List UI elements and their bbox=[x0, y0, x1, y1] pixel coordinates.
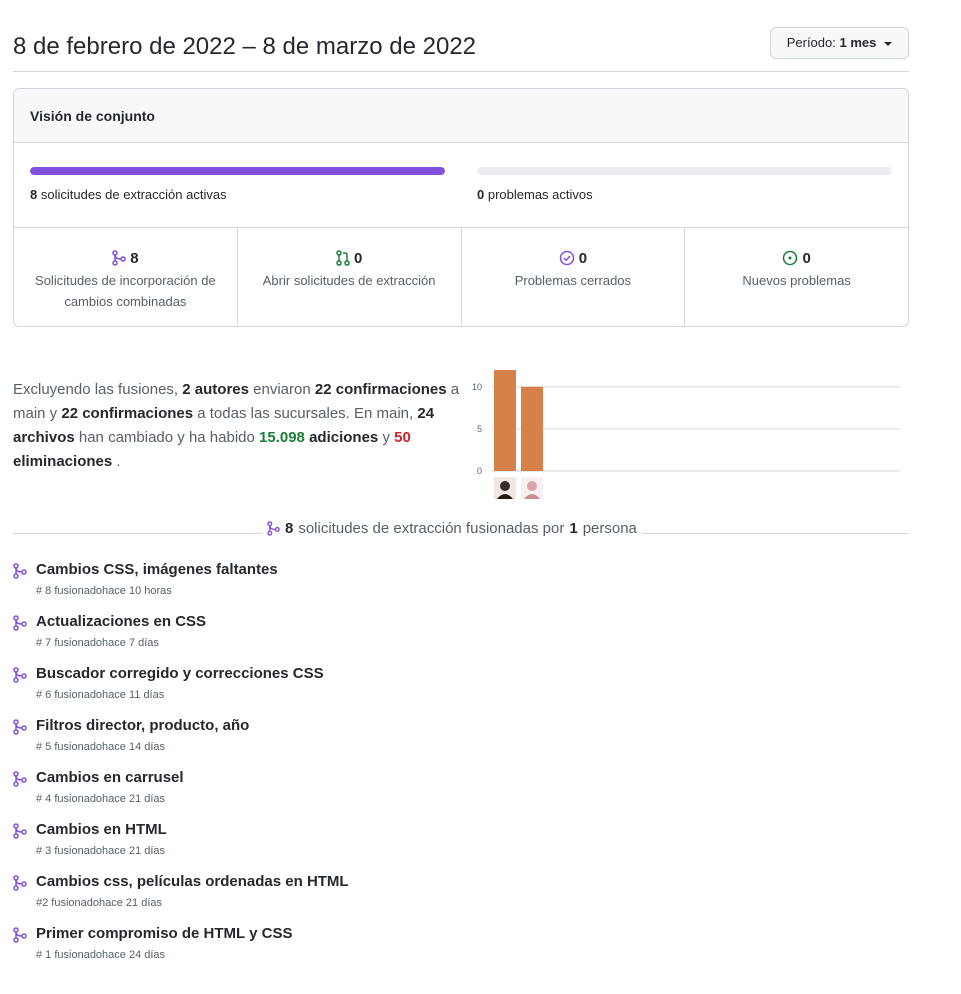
stat-new-issues[interactable]: 0 Nuevos problemas bbox=[685, 228, 908, 326]
git-merge-icon bbox=[13, 667, 27, 688]
merged-divider: 8 solicitudes de extracción fusionadas p… bbox=[262, 520, 642, 537]
pr-title-link[interactable]: Primer compromiso de HTML y CSS bbox=[36, 924, 909, 944]
issue-closed-icon bbox=[559, 250, 574, 266]
author-avatar[interactable] bbox=[494, 477, 516, 499]
pr-meta: # 1 fusionadohace 24 días bbox=[36, 949, 166, 961]
pr-list-item: Actualizaciones en CSS # 7 fusionadohace … bbox=[13, 612, 909, 664]
pr-title-link[interactable]: Cambios CSS, imágenes faltantes bbox=[36, 560, 909, 580]
period-prefix: Período: bbox=[786, 35, 836, 50]
merged-pr-list: Cambios CSS, imágenes faltantes # 8 fusio… bbox=[13, 560, 909, 976]
pr-list-item: Primer compromiso de HTML y CSS # 1 fusio… bbox=[13, 924, 909, 976]
pr-meta: # 4 fusionadohace 21 días bbox=[36, 793, 166, 805]
pr-list-item: Cambios css, películas ordenadas en HTML… bbox=[13, 872, 909, 924]
stat-label: Problemas cerrados bbox=[514, 273, 632, 288]
commit-summary: Excluyendo las fusiones, 2 autores envia… bbox=[13, 378, 463, 474]
stat-value: 0 bbox=[353, 249, 363, 267]
stat-label: Abrir solicitudes de extracción bbox=[262, 273, 436, 288]
pr-list-item: Filtros director, producto, año # 5 fusio… bbox=[13, 716, 909, 768]
git-merge-icon bbox=[13, 563, 27, 584]
pr-meta: #2 fusionadohace 21 días bbox=[36, 897, 162, 909]
pr-title-link[interactable]: Actualizaciones en CSS bbox=[36, 612, 909, 632]
git-merge-icon bbox=[13, 927, 27, 948]
git-merge-icon bbox=[13, 771, 27, 792]
summary-commits-all: 22 confirmaciones bbox=[61, 405, 194, 422]
pr-meta: # 5 fusionadohace 14 días bbox=[36, 741, 166, 753]
page-title: 8 de febrero de 2022 – 8 de marzo de 202… bbox=[13, 33, 477, 60]
pr-title-link[interactable]: Cambios css, películas ordenadas en HTML bbox=[36, 872, 909, 892]
pr-active-label: solicitudes de extracción activas bbox=[40, 187, 227, 202]
period-value: 1 mes bbox=[839, 35, 877, 50]
pr-list-item: Cambios en HTML # 3 fusionadohace 21 días bbox=[13, 820, 909, 872]
stat-closed-issues[interactable]: 0 Problemas cerrados bbox=[462, 228, 686, 326]
summary-deletions: 50 bbox=[394, 429, 411, 446]
stat-label: Solicitudes de incorporación de cambios … bbox=[35, 273, 216, 309]
git-merge-icon bbox=[13, 823, 27, 844]
stat-value: 8 bbox=[130, 249, 139, 267]
caret-down-icon bbox=[884, 41, 892, 46]
stat-label: Nuevos problemas bbox=[742, 273, 851, 288]
pr-progress-bar bbox=[30, 167, 445, 175]
stat-open-prs[interactable]: 0 Abrir solicitudes de extracción bbox=[238, 228, 462, 326]
git-merge-icon bbox=[13, 615, 27, 636]
overview-heading: Visión de conjunto bbox=[14, 89, 908, 143]
summary-additions: 15.098 bbox=[259, 429, 305, 446]
pr-title-link[interactable]: Filtros director, producto, año bbox=[36, 716, 909, 736]
summary-additions-word: adiciones bbox=[309, 429, 379, 446]
merged-count: 8 bbox=[285, 520, 294, 537]
summary-authors: 2 autores bbox=[182, 381, 249, 398]
page-header: 8 de febrero de 2022 – 8 de marzo de 202… bbox=[13, 27, 909, 72]
pr-active-summary[interactable]: 8 solicitudes de extracción activas bbox=[30, 187, 227, 202]
git-merge-icon bbox=[267, 521, 280, 536]
summary-text: Excluyendo las fusiones, bbox=[13, 381, 179, 398]
pr-active-count: 8 bbox=[30, 187, 38, 202]
chart-bar[interactable] bbox=[521, 386, 543, 471]
git-merge-icon bbox=[112, 250, 126, 266]
pr-meta: # 3 fusionadohace 21 días bbox=[36, 845, 166, 857]
pr-meta: # 7 fusionadohace 7 días bbox=[36, 637, 159, 649]
pr-list-item: Buscador corregido y correcciones CSS # 6… bbox=[13, 664, 909, 716]
summary-text: a todas las sucursales. En main, bbox=[197, 405, 414, 422]
git-merge-icon bbox=[13, 719, 27, 740]
chart-bar[interactable] bbox=[494, 370, 516, 471]
overview-box: Visión de conjunto 8 solicitudes de extr… bbox=[13, 88, 909, 327]
git-merge-icon bbox=[13, 875, 27, 896]
merged-people-count: 1 bbox=[569, 520, 578, 537]
pr-title-link[interactable]: Buscador corregido y correcciones CSS bbox=[36, 664, 909, 684]
summary-text: enviaron bbox=[253, 381, 311, 398]
pr-list-item: Cambios en carrusel # 4 fusionadohace 21 … bbox=[13, 768, 909, 820]
stat-merged-prs[interactable]: 8 Solicitudes de incorporación de cambio… bbox=[14, 228, 238, 326]
summary-text: . bbox=[116, 453, 121, 470]
issues-active-count: 0 bbox=[477, 187, 485, 202]
summary-commits-main: 22 confirmaciones bbox=[314, 381, 447, 398]
summary-text: y bbox=[382, 429, 390, 446]
pr-progress-fill bbox=[30, 167, 445, 175]
pr-meta: # 6 fusionadohace 11 días bbox=[36, 689, 165, 701]
issues-progress-bar bbox=[477, 167, 892, 175]
issues-active-label: problemas activos bbox=[487, 187, 593, 202]
author-avatar[interactable] bbox=[521, 477, 543, 499]
pr-title-link[interactable]: Cambios en HTML bbox=[36, 820, 909, 840]
stat-value: 0 bbox=[578, 249, 588, 267]
pr-list-item: Cambios CSS, imágenes faltantes # 8 fusio… bbox=[13, 560, 909, 612]
activity-progress: 8 solicitudes de extracción activas 0 pr… bbox=[14, 143, 908, 228]
issue-opened-icon bbox=[783, 250, 798, 266]
merged-text: solicitudes de extracción fusionadas por bbox=[298, 520, 565, 537]
merged-text: persona bbox=[582, 520, 637, 537]
period-dropdown[interactable]: Período: 1 mes bbox=[769, 27, 909, 59]
git-pull-request-icon bbox=[336, 250, 350, 266]
chart-y-tick-label: 10 bbox=[472, 382, 482, 392]
chart-y-tick-label: 0 bbox=[477, 466, 482, 476]
summary-text: han cambiado y ha habido bbox=[78, 429, 255, 446]
pr-meta: # 8 fusionadohace 10 horas bbox=[36, 585, 172, 597]
stat-value: 0 bbox=[802, 249, 811, 267]
commits-by-author-chart: 0 5 10 bbox=[472, 370, 900, 499]
pr-title-link[interactable]: Cambios en carrusel bbox=[36, 768, 909, 788]
summary-deletions-word: eliminaciones bbox=[13, 453, 113, 470]
issues-active-summary[interactable]: 0 problemas activos bbox=[477, 187, 593, 202]
stats-row: 8 Solicitudes de incorporación de cambio… bbox=[14, 228, 908, 326]
chart-y-tick-label: 5 bbox=[477, 424, 482, 434]
